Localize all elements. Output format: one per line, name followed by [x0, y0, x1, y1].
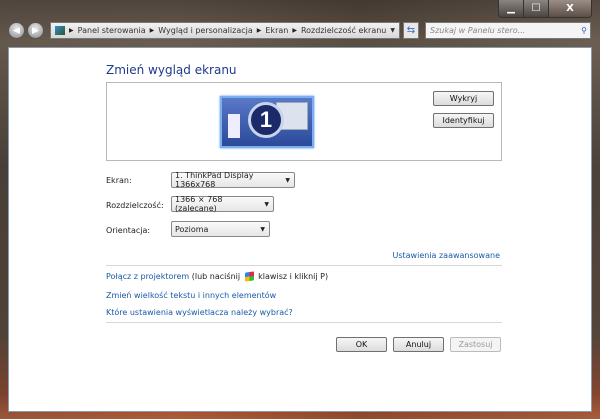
- breadcrumb-item[interactable]: Panel sterowania: [78, 26, 146, 35]
- cancel-button[interactable]: Anuluj: [393, 337, 444, 352]
- maximize-button[interactable]: ☐: [524, 0, 549, 17]
- text-size-link[interactable]: Zmień wielkość tekstu i innych elementów: [106, 291, 276, 300]
- ok-button[interactable]: OK: [336, 337, 387, 352]
- breadcrumb-item[interactable]: Ekran: [265, 26, 288, 35]
- breadcrumb-item[interactable]: Wygląd i personalizacja: [158, 26, 253, 35]
- close-button[interactable]: X: [549, 0, 591, 17]
- divider: [106, 322, 502, 323]
- windows-logo-icon: [244, 271, 254, 282]
- display-value: 1. ThinkPad Display 1366x768: [175, 171, 254, 189]
- search-icon[interactable]: ⚲: [581, 26, 587, 35]
- window-thumbnail: [228, 114, 240, 138]
- control-panel-icon: [55, 26, 65, 35]
- chevron-down-icon: ▼: [260, 225, 265, 233]
- content-area: Zmień wygląd ekranu 1 Wykryj Identyfikuj…: [8, 47, 592, 412]
- refresh-button[interactable]: ⇆: [403, 22, 419, 39]
- page-title: Zmień wygląd ekranu: [106, 63, 237, 77]
- display-preview: 1 Wykryj Identyfikuj: [106, 82, 502, 161]
- back-button[interactable]: ◀: [8, 22, 25, 39]
- address-bar[interactable]: ▶ Panel sterowania ▶ Wygląd i personaliz…: [50, 22, 400, 39]
- resolution-value: 1366 × 768 (zalecane): [175, 195, 223, 213]
- chevron-down-icon[interactable]: ▼: [390, 27, 395, 34]
- caption-buttons: ▁ ☐ X: [498, 0, 592, 18]
- refresh-icon: ⇆: [406, 25, 416, 36]
- forward-button[interactable]: ▶: [27, 22, 44, 39]
- apply-button[interactable]: Zastosuj: [450, 337, 501, 352]
- chevron-right-icon: ▶: [69, 27, 74, 34]
- detect-button[interactable]: Wykryj: [433, 91, 494, 106]
- which-settings-link[interactable]: Które ustawienia wyświetlacza należy wyb…: [106, 308, 293, 317]
- projector-link[interactable]: Połącz z projektorem: [106, 272, 189, 281]
- chevron-right-icon: ▶: [292, 27, 297, 34]
- orientation-label: Orientacja:: [106, 226, 151, 235]
- search-placeholder: Szukaj w Panelu stero...: [430, 26, 526, 35]
- navigation: ◀ ▶: [8, 22, 44, 39]
- identify-button[interactable]: Identyfikuj: [433, 113, 494, 128]
- minimize-button[interactable]: ▁: [499, 0, 524, 17]
- advanced-settings-link[interactable]: Ustawienia zaawansowane: [392, 251, 500, 260]
- resolution-label: Rozdzielczość:: [106, 201, 164, 210]
- display-label: Ekran:: [106, 176, 132, 185]
- monitor-1[interactable]: 1: [220, 96, 314, 148]
- projector-row: Połącz z projektorem (lub naciśnij klawi…: [106, 271, 329, 282]
- resolution-select[interactable]: 1366 × 768 (zalecane) ▼: [171, 195, 274, 213]
- projector-hint: klawisz i kliknij P): [258, 272, 329, 281]
- chevron-down-icon: ▼: [264, 200, 269, 208]
- orientation-value: Pozioma: [175, 224, 209, 234]
- monitor-number: 1: [248, 102, 284, 138]
- chevron-down-icon: ▼: [285, 176, 290, 184]
- breadcrumb-item[interactable]: Rozdzielczość ekranu: [301, 26, 386, 35]
- search-input[interactable]: Szukaj w Panelu stero... ⚲: [425, 22, 591, 39]
- divider: [106, 265, 502, 266]
- chevron-right-icon: ▶: [256, 27, 262, 34]
- orientation-select[interactable]: Pozioma ▼: [171, 221, 270, 237]
- display-select[interactable]: 1. ThinkPad Display 1366x768 ▼: [171, 171, 295, 189]
- chevron-right-icon: ▶: [149, 27, 155, 34]
- projector-hint: (lub naciśnij: [191, 272, 241, 281]
